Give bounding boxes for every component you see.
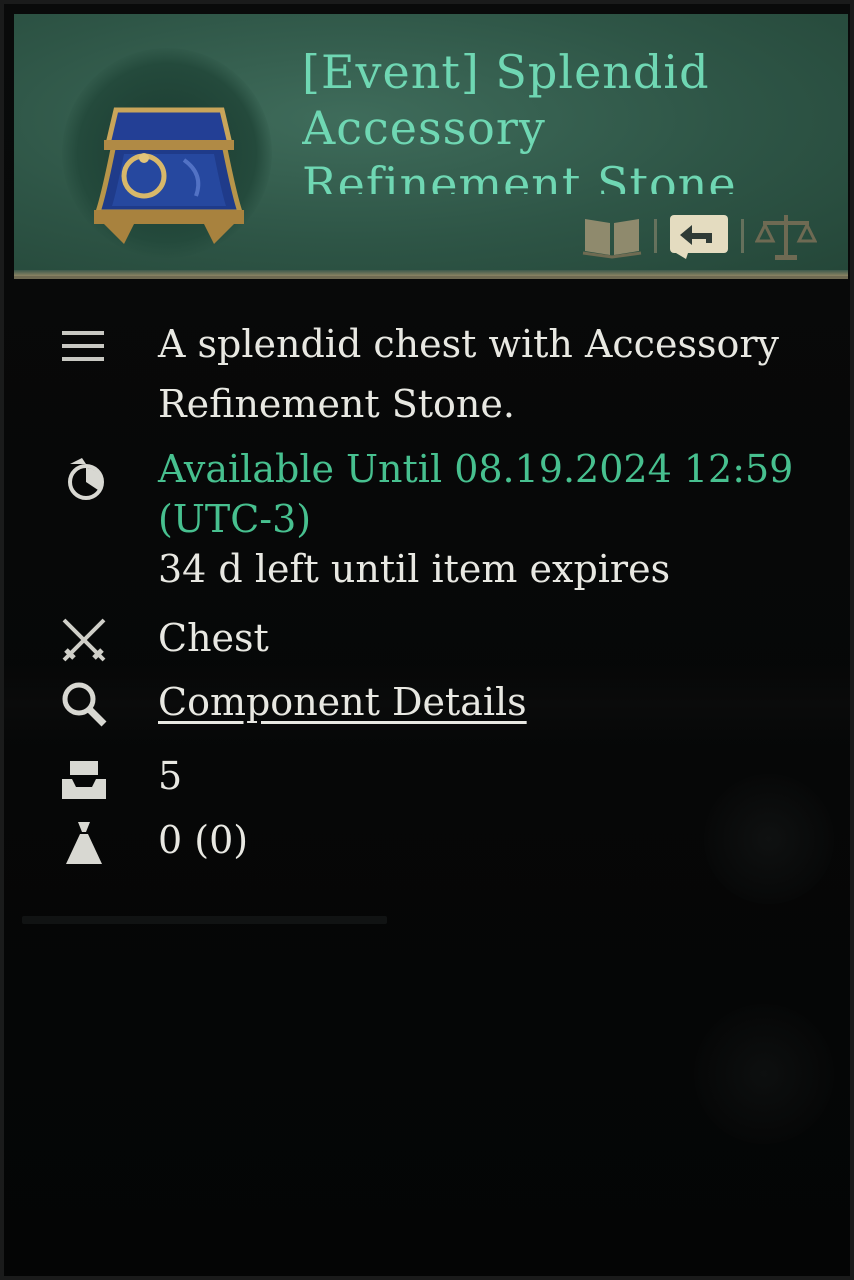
magnifier-icon — [60, 680, 108, 728]
expiry-text: 34 d left until item expires — [158, 547, 671, 591]
quantity-value: 5 — [158, 754, 183, 798]
background-divider — [22, 916, 387, 924]
description-row: A splendid chest with Accessory Refineme… — [60, 314, 820, 434]
quantity-row: 5 — [60, 746, 820, 806]
tray-icon — [60, 756, 108, 804]
hourglass-timer-icon — [60, 454, 108, 502]
separator — [654, 219, 657, 253]
item-type-row: Chest — [60, 608, 820, 668]
item-tooltip: [Event] Splendid Accessory Refinement St… — [0, 0, 854, 1280]
component-details-link[interactable]: Component Details — [158, 672, 527, 732]
return-button[interactable] — [667, 210, 731, 262]
component-details-row: Component Details — [60, 672, 820, 732]
background-emblem — [694, 1004, 834, 1144]
availability-text: Available Until 08.19.2024 12:59 (UTC-3) — [158, 447, 794, 541]
book-button[interactable] — [580, 210, 644, 262]
item-description: A splendid chest with Accessory Refineme… — [158, 322, 779, 426]
item-type: Chest — [158, 616, 269, 660]
return-arrow-icon — [670, 215, 728, 259]
separator — [741, 219, 744, 253]
header-actions — [580, 210, 818, 262]
chest-icon — [94, 107, 244, 244]
crossed-swords-icon — [60, 616, 108, 664]
weight-row: 0 (0) — [60, 810, 820, 870]
scales-icon — [755, 215, 817, 260]
menu-lines-icon — [60, 322, 108, 370]
book-icon — [582, 219, 642, 259]
tooltip-header: [Event] Splendid Accessory Refinement St… — [14, 14, 848, 279]
scales-button[interactable] — [754, 210, 818, 262]
item-title: [Event] Splendid Accessory Refinement St… — [302, 45, 737, 194]
weight-bag-icon — [60, 820, 108, 868]
availability-row: Available Until 08.19.2024 12:59 (UTC-3)… — [60, 444, 820, 594]
weight-value: 0 (0) — [158, 818, 249, 862]
